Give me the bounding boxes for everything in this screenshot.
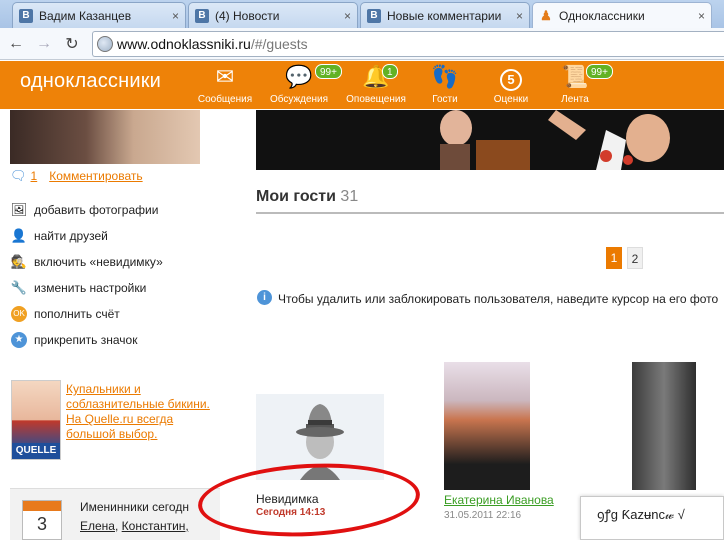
comment-row: 🗨 1 Комментировать [10,168,143,184]
tab-title: Вадим Казанцев [39,8,132,23]
birthday-names: Елена, Константин, [80,519,189,533]
info-text: Чтобы удалить или заблокировать пользова… [278,292,719,306]
nav-label: Оповещения [346,94,406,105]
tab-comments[interactable]: В Новые комментарии × [360,2,530,28]
ok-coin-icon: OK [10,305,28,323]
envelope-icon: ✉ [215,64,235,89]
birthday-name-link[interactable]: Елена [80,519,115,533]
vk-favicon-icon: В [19,8,33,23]
tab-close-icon[interactable]: × [698,9,705,23]
nav-label: Лента [561,94,589,105]
back-arrow-icon[interactable]: ← [6,34,26,54]
menu-add-photos[interactable]: 🖼 добавить фотографии [10,200,159,220]
tab-close-icon[interactable]: × [344,9,351,23]
site-logo[interactable]: одноклассники [20,70,161,93]
birthdays-title: Именинники сегодн [80,500,189,514]
tab-odnoklassniki[interactable]: ♟ Одноклассники × [532,2,712,28]
feed-count-badge: 99+ [586,64,613,79]
page-title: Мои гости 31 [256,188,359,205]
url-path: /#/guests [250,36,308,52]
quelle-logo: QUELLE [12,443,60,459]
discussions-count-badge: 99+ [315,64,342,79]
comment-bubble-icon: 🗨 [10,168,27,183]
menu-label: включить «невидимку» [34,255,163,269]
bell-icon: 🔔 [362,64,390,89]
birthday-name-link[interactable]: Константин, [122,519,189,533]
badge-star-icon: ★ [10,331,28,349]
tab-news[interactable]: В (4) Новости × [188,2,358,28]
menu-label: найти друзей [34,229,108,243]
tab-title: (4) Новости [215,8,280,23]
title-divider [256,212,724,214]
globe-icon [97,36,113,52]
rating-5-icon: 5 [479,64,543,91]
wrench-icon: 🔧 [10,280,28,295]
calendar-day: 3 [36,514,47,534]
notifications-count-badge: 1 [382,64,398,79]
add-photo-icon: 🖼 [10,202,28,217]
ad-text-link[interactable]: Купальники и соблазнительные бикини. На … [66,382,210,442]
nav-guests[interactable]: 👣 Гости [413,64,477,105]
comment-link[interactable]: Комментировать [49,169,142,183]
tab-close-icon[interactable]: × [172,9,179,23]
page-1-button[interactable]: 1 [606,247,622,269]
guest-photo-third[interactable] [632,362,696,490]
guest-name-link[interactable]: Екатерина Иванова [444,493,554,507]
nav-label: Обсуждения [269,94,329,105]
url-host: www.odnoklassniki.ru [117,36,251,52]
comment-count-link[interactable]: 1 [31,169,38,183]
tab-title: Одноклассники [559,8,645,23]
tab-vadim[interactable]: В Вадим Казанцев × [12,2,186,28]
ok-favicon-icon: ♟ [540,7,552,23]
tab-title: Новые комментарии [387,8,502,23]
menu-pin-badge[interactable]: ★ прикрепить значок [10,330,137,350]
invisible-icon: 🕵 [10,254,28,269]
menu-top-up[interactable]: OK пополнить счёт [10,304,120,324]
nav-label: Оценки [493,94,529,105]
tab-close-icon[interactable]: × [516,9,523,23]
menu-label: пополнить счёт [34,307,120,321]
nav-messages[interactable]: ✉ Сообщения [193,64,257,105]
menu-label: изменить настройки [34,281,147,295]
banner-art [256,110,724,170]
info-icon: i [257,290,272,305]
nav-ratings[interactable]: 5 Оценки [479,64,543,105]
guests-count: 31 [340,188,359,205]
menu-label: прикрепить значок [34,333,138,347]
nav-notifications[interactable]: 🔔 Оповещения [344,64,408,105]
menu-label: добавить фотографии [34,203,159,217]
profile-banner [256,110,724,170]
menu-invisible[interactable]: 🕵 включить «невидимку» [10,252,163,272]
nav-label: Гости [432,94,458,105]
footprints-icon: 👣 [431,64,459,89]
nav-label: Сообщения [197,94,253,105]
screenshot-root: В Вадим Казанцев × В (4) Новости × В Нов… [0,0,724,540]
profile-photo[interactable] [10,110,200,164]
forward-arrow-icon[interactable]: → [34,34,54,54]
vk-favicon-icon: В [367,8,381,23]
menu-find-friends[interactable]: 👤 найти друзей [10,226,108,246]
calendar-icon: 3 [22,500,62,540]
red-highlight-oval [196,458,422,540]
reload-icon[interactable]: ↻ [62,34,82,54]
page-2-button[interactable]: 2 [627,247,643,269]
guest-photo-ekaterina[interactable] [444,362,530,490]
vk-favicon-icon: В [195,8,209,23]
menu-settings[interactable]: 🔧 изменить настройки [10,278,146,298]
browser-toolbar: ← → ↻ www.odnoklassniki.ru /#/guests [0,28,724,60]
address-bar[interactable]: www.odnoklassniki.ru /#/guests [92,31,724,57]
find-friends-icon: 👤 [10,228,28,243]
popup-text: ꝯꝭg Ƙazʉnc𝓌 √ [597,507,685,522]
guest-visit-time: 31.05.2011 22:16 [444,510,522,521]
